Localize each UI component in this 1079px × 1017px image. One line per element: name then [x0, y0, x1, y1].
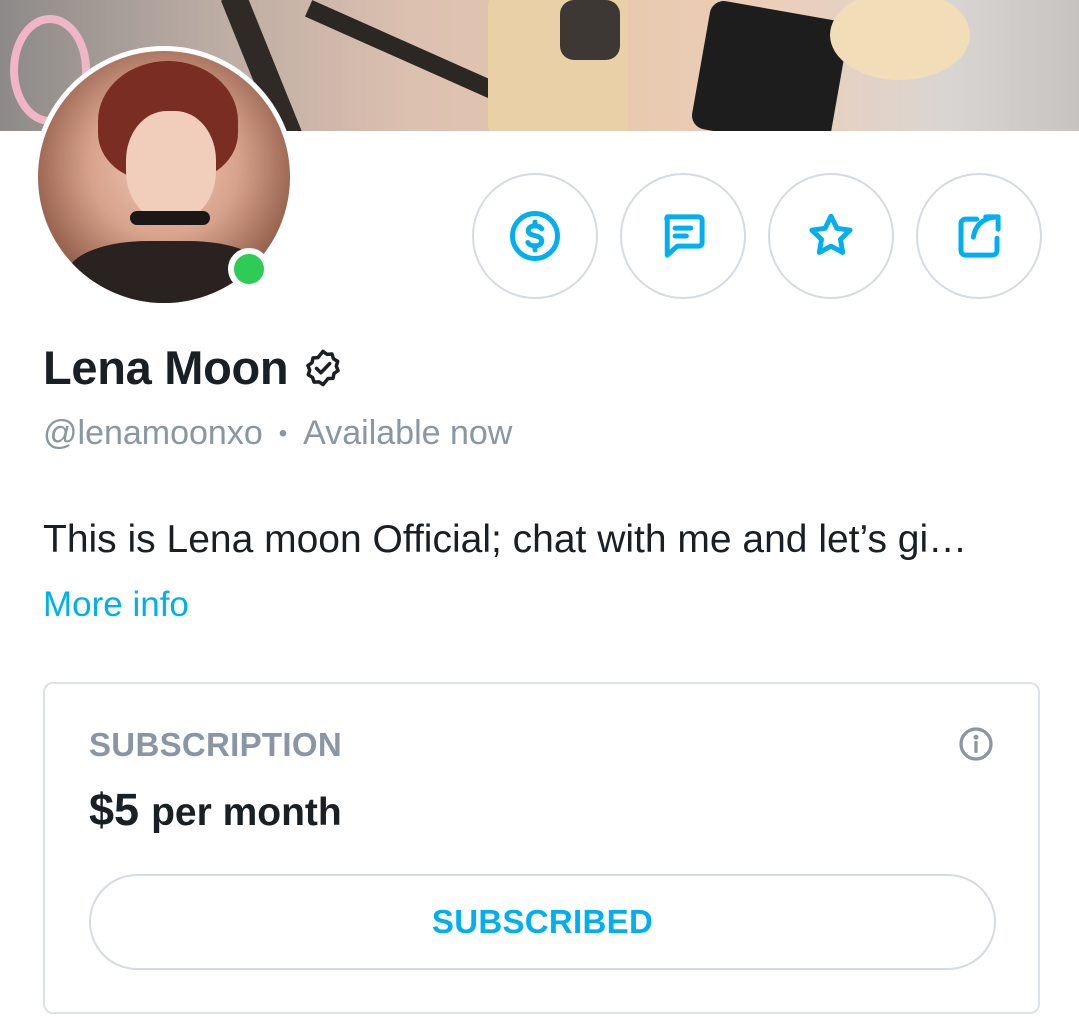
subscription-period: per month	[151, 791, 342, 834]
favorite-button[interactable]	[768, 173, 894, 299]
profile-meta: @lenamoonxo • Available now	[43, 414, 512, 453]
subscribed-button[interactable]: SUBSCRIBED	[89, 874, 996, 970]
subscription-card: SUBSCRIPTION $5 per month SUBSCRIBED	[43, 682, 1040, 1014]
subscription-price: $5	[89, 784, 140, 835]
subscription-title: SUBSCRIPTION	[89, 726, 342, 763]
message-icon	[664, 214, 705, 258]
more-info-link[interactable]: More info	[43, 585, 189, 625]
separator-dot: •	[278, 419, 288, 447]
profile-name-row: Lena Moon	[43, 340, 344, 395]
share-button[interactable]	[916, 173, 1042, 299]
dollar-icon	[510, 211, 560, 261]
verified-badge-icon	[306, 349, 341, 386]
profile-name: Lena Moon	[43, 341, 289, 394]
profile-actions	[472, 173, 1042, 299]
availability-status: Available now	[303, 414, 513, 452]
profile-handle: @lenamoonxo	[43, 414, 263, 452]
share-icon	[958, 214, 1001, 258]
tip-button[interactable]	[472, 173, 598, 299]
star-icon	[809, 213, 853, 255]
message-button[interactable]	[620, 173, 746, 299]
subscription-price-row: $5 per month	[89, 784, 342, 836]
profile-page: Lena Moon @lenamoonxo • Available now Th…	[0, 0, 1079, 1017]
online-status-indicator	[228, 248, 270, 290]
profile-bio: This is Lena moon Official; chat with me…	[43, 518, 968, 561]
info-icon[interactable]	[958, 726, 994, 762]
